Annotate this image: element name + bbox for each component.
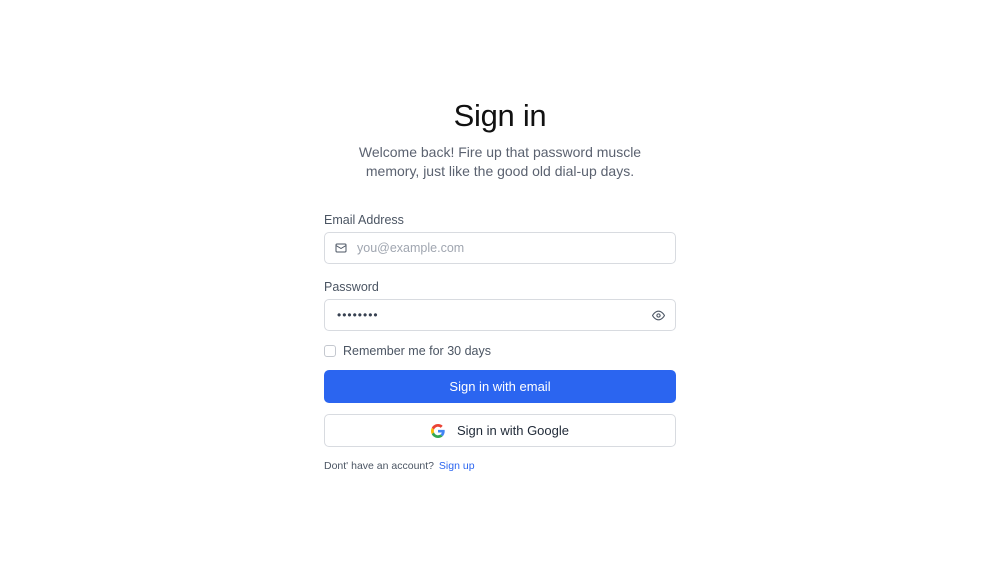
eye-icon[interactable] bbox=[652, 309, 665, 322]
mail-icon bbox=[335, 243, 347, 253]
signup-prompt: Dont' have an account? bbox=[324, 460, 434, 472]
signup-row: Dont' have an account? Sign up bbox=[324, 459, 676, 473]
email-label: Email Address bbox=[324, 213, 404, 227]
sign-in-email-button[interactable]: Sign in with email bbox=[324, 370, 676, 403]
sign-in-form: Sign in Welcome back! Fire up that passw… bbox=[324, 94, 676, 473]
password-field-wrapper bbox=[324, 299, 676, 331]
password-label: Password bbox=[324, 280, 379, 294]
signup-link[interactable]: Sign up bbox=[439, 460, 475, 472]
remember-me-checkbox[interactable] bbox=[324, 345, 336, 357]
page-subtitle: Welcome back! Fire up that password musc… bbox=[358, 144, 642, 179]
email-input[interactable] bbox=[357, 233, 639, 263]
sign-in-google-button[interactable]: Sign in with Google bbox=[324, 414, 676, 447]
remember-me-row: Remember me for 30 days bbox=[324, 344, 676, 358]
google-button-label: Sign in with Google bbox=[456, 423, 569, 438]
password-input[interactable] bbox=[337, 300, 639, 330]
google-icon bbox=[430, 423, 445, 438]
page-title: Sign in bbox=[453, 98, 547, 133]
remember-me-label[interactable]: Remember me for 30 days bbox=[343, 344, 491, 358]
sign-in-page: Sign in Welcome back! Fire up that passw… bbox=[0, 0, 1000, 566]
email-field-wrapper bbox=[324, 232, 676, 264]
